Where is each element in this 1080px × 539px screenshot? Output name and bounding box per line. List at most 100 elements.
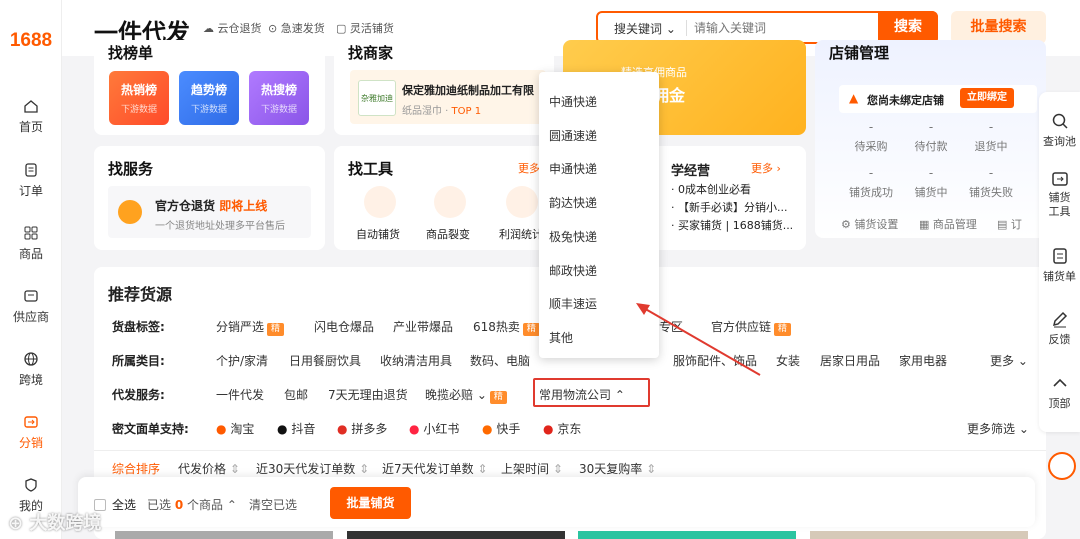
chevron-up-icon[interactable]: ⌃ — [227, 498, 237, 512]
service-free-ship[interactable]: 包邮 — [284, 386, 308, 403]
platform-taobao[interactable]: ● 淘宝 — [216, 420, 254, 437]
link-listing-settings[interactable]: ⚙ 铺货设置 — [841, 216, 898, 232]
service-7day-return[interactable]: 7天无理由退货 — [328, 386, 408, 403]
nav-item-crossborder[interactable]: 跨境 — [0, 351, 62, 388]
link-product-mgmt[interactable]: ▦ 商品管理 — [919, 216, 977, 232]
category-more[interactable]: 更多 ⌄ — [990, 352, 1028, 369]
logistics-company-filter[interactable]: 常用物流公司 ⌃ — [539, 386, 625, 403]
chevron-up-icon: ⌃ — [614, 388, 625, 402]
profit-stat-icon — [506, 186, 538, 218]
dropdown-item-other[interactable]: 其他 — [549, 329, 573, 346]
platform-xiaohongshu[interactable]: ● 小红书 — [409, 420, 459, 437]
sort-arrows-icon: ⇕ — [646, 462, 657, 476]
filter-label-tags: 货盘标签: — [112, 320, 165, 334]
learn-item[interactable]: · 【新手必读】分销小... — [671, 199, 788, 215]
tool-profit-stat[interactable]: 利润统计 — [499, 226, 539, 242]
clear-selected-link[interactable]: 清空已选 — [249, 496, 297, 513]
nav-item-distribution[interactable]: 分销 — [0, 414, 62, 451]
service-dropship[interactable]: 一件代发 — [216, 386, 264, 403]
category-storage[interactable]: 收纳清洁用具 — [380, 352, 452, 369]
learn-more-link[interactable]: 更多 › — [751, 160, 781, 176]
stat-pending-payment[interactable]: - 待付款 — [913, 120, 949, 154]
filter-tag-industry[interactable]: 产业带爆品 — [393, 318, 453, 335]
pinduoduo-icon: ● — [337, 422, 348, 436]
recommend-title: 推荐货源 — [108, 285, 173, 304]
order-icon — [25, 163, 37, 177]
stat-returning[interactable]: - 退货中 — [973, 120, 1009, 154]
filter-tag-strict[interactable]: 分销严选精 — [216, 318, 285, 336]
more-filters[interactable]: 更多筛选 ⌄ — [967, 420, 1029, 437]
platform-douyin[interactable]: ● 抖音 — [277, 420, 315, 437]
dropdown-item-sf[interactable]: 顺丰速运 — [549, 295, 597, 312]
nav-item-home[interactable]: 首页 — [0, 98, 62, 135]
stat-listing[interactable]: - 铺货中 — [913, 166, 949, 200]
dropdown-item-jitu[interactable]: 极兔快递 — [549, 228, 597, 245]
sort-repurchase[interactable]: 30天复购率 ⇕ — [579, 460, 656, 477]
nav-item-orders[interactable]: 订单 — [0, 162, 62, 199]
platform-pinduoduo[interactable]: ● 拼多多 — [337, 420, 387, 437]
search-type-select[interactable]: 搜关键词 ⌄ — [614, 20, 676, 37]
globe-icon — [24, 352, 38, 366]
filter-label-service: 代发服务: — [112, 388, 165, 402]
dropdown-item-ems[interactable]: 邮政快递 — [549, 262, 597, 279]
dropdown-item-zto[interactable]: 中通快递 — [549, 93, 597, 110]
learn-item[interactable]: · 买家铺货 | 1688铺货... — [671, 217, 793, 233]
nav-label: 首页 — [18, 120, 43, 134]
learn-item[interactable]: · 0成本创业必看 — [671, 181, 751, 197]
category-kitchen[interactable]: 日用餐厨饮具 — [289, 352, 361, 369]
jd-icon: ● — [543, 422, 554, 436]
rail-listing-tool[interactable]: 铺货工具 — [1039, 170, 1080, 219]
chevron-down-icon: ⌄ — [1018, 422, 1029, 436]
product-image[interactable] — [578, 531, 796, 539]
category-women[interactable]: 女装 — [776, 352, 800, 369]
product-image[interactable] — [115, 531, 333, 539]
nav-item-products[interactable]: 商品 — [0, 225, 62, 262]
product-image[interactable] — [810, 531, 1028, 539]
stat-list-failed[interactable]: - 铺货失败 — [967, 166, 1015, 200]
search-input[interactable] — [694, 18, 874, 38]
sort-listing-time[interactable]: 上架时间 ⇕ — [501, 460, 563, 477]
supplier-title: 找商家 — [348, 44, 394, 62]
bind-store-button[interactable]: 立即绑定 — [960, 88, 1014, 108]
category-digital[interactable]: 数码、电脑 — [470, 352, 530, 369]
filter-tag-618[interactable]: 618热卖精 — [473, 318, 540, 336]
truck-icon — [118, 200, 142, 224]
dropdown-item-sto[interactable]: 申通快递 — [549, 160, 597, 177]
batch-list-button[interactable]: 批量铺货 — [330, 487, 411, 519]
stat-pending-purchase[interactable]: - 待采购 — [853, 120, 889, 154]
hot-sales-rank[interactable]: 热销榜 下游数据 — [109, 71, 169, 125]
rail-feedback[interactable]: 反馈 — [1039, 310, 1080, 347]
app-logo[interactable]: 1688 — [0, 30, 62, 52]
hot-search-rank[interactable]: 热搜榜 下游数据 — [249, 71, 309, 125]
service-late-pickup[interactable]: 晚揽必赔 ⌄ 精 — [425, 386, 507, 404]
platform-jd[interactable]: ● 京东 — [543, 420, 581, 437]
product-image[interactable] — [347, 531, 565, 539]
rail-back-to-top[interactable]: 顶部 — [1039, 374, 1080, 411]
tool-auto-list[interactable]: 自动铺货 — [356, 226, 400, 242]
tool-product-split[interactable]: 商品裂变 — [426, 226, 470, 242]
stat-list-success[interactable]: - 铺货成功 — [847, 166, 895, 200]
dropdown-item-yunda[interactable]: 韵达快递 — [549, 194, 597, 211]
assistant-logo-icon[interactable] — [1048, 452, 1076, 480]
rail-query-pool[interactable]: 查询池 — [1039, 112, 1080, 149]
nav-item-suppliers[interactable]: 供应商 — [0, 288, 62, 325]
sort-30day-orders[interactable]: 近30天代发订单数 ⇕ — [256, 460, 369, 477]
category-personal-care[interactable]: 个护/家清 — [216, 352, 268, 369]
category-home[interactable]: 居家日用品 — [820, 352, 880, 369]
trend-rank[interactable]: 趋势榜 下游数据 — [179, 71, 239, 125]
sort-default[interactable]: 综合排序 — [112, 460, 160, 477]
link-order[interactable]: ▤ 订 — [997, 216, 1022, 232]
sort-7day-orders[interactable]: 近7天代发订单数 ⇕ — [382, 460, 488, 477]
supplier-name: 保定雅加迪纸制品加工有限 — [402, 84, 534, 97]
ranking-title: 找榜单 — [108, 44, 154, 62]
dropdown-item-yto[interactable]: 圆通速递 — [549, 127, 597, 144]
watermark: ⊕ 大数跨境 — [8, 513, 102, 534]
grid-icon — [24, 226, 38, 240]
sort-arrows-icon: ⇕ — [229, 462, 240, 476]
category-appliance[interactable]: 家用电器 — [899, 352, 947, 369]
tools-more-link[interactable]: 更多 — [518, 160, 540, 176]
rail-listing-sheet[interactable]: 铺货单 — [1039, 247, 1080, 284]
filter-tag-flash[interactable]: 闪电仓爆品 — [314, 318, 374, 335]
sort-price[interactable]: 代发价格 ⇕ — [178, 460, 240, 477]
platform-kuaishou[interactable]: ● 快手 — [482, 420, 520, 437]
